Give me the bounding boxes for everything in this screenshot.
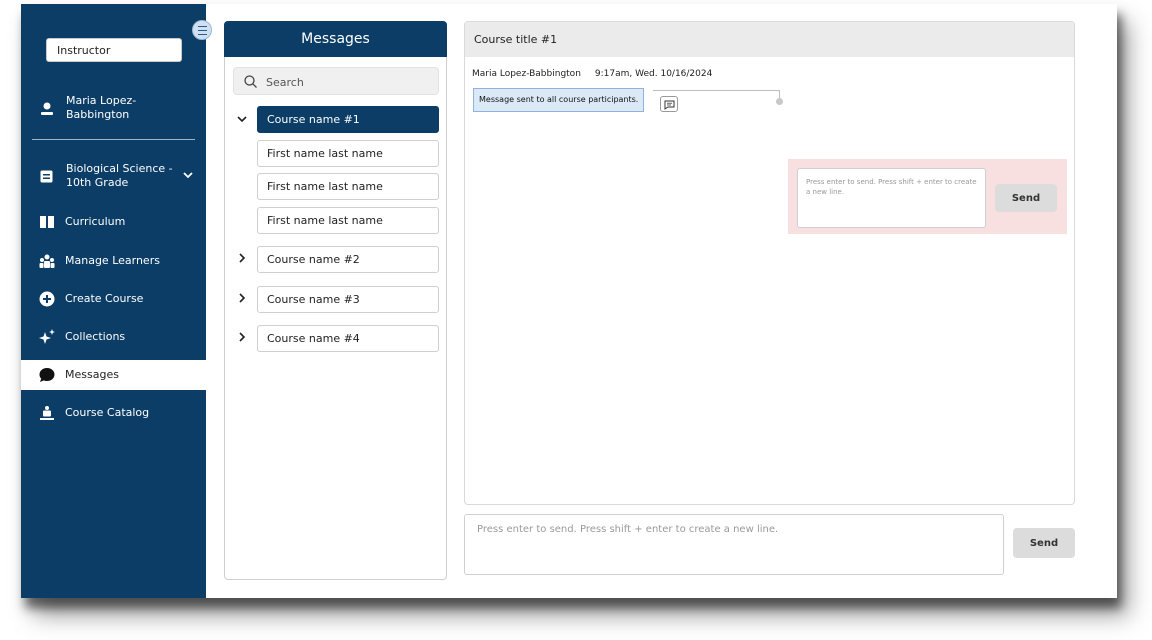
message-timestamp: 9:17am, Wed. 10/16/2024 <box>594 69 713 79</box>
chevron-right-icon[interactable] <box>237 332 247 342</box>
nav-item-course-catalog[interactable]: Course Catalog <box>21 398 206 428</box>
message-bubble: Message sent to all course participants. <box>473 88 645 112</box>
user-icon <box>41 102 53 115</box>
message-composer[interactable] <box>464 514 1004 575</box>
course-item-3[interactable]: Course name #3 <box>257 286 439 313</box>
course-selector[interactable]: Biological Science - 10th Grade <box>36 162 196 194</box>
search-box[interactable] <box>233 67 439 95</box>
thread-connector-dot <box>776 98 783 105</box>
search-input[interactable] <box>264 72 438 92</box>
collapse-sidebar-button[interactable] <box>192 20 212 40</box>
comment-icon <box>664 100 675 110</box>
course-item-1[interactable]: Course name #1 <box>257 106 439 133</box>
nav-label: Manage Learners <box>65 254 160 267</box>
nav-item-create-course[interactable]: Create Course <box>21 284 206 314</box>
messages-panel: Messages Course name #1 First name last … <box>224 21 447 580</box>
chevron-down-icon <box>183 172 193 179</box>
nav-label: Curriculum <box>65 215 126 228</box>
course-item-4[interactable]: Course name #4 <box>257 325 439 352</box>
chevron-right-icon[interactable] <box>237 253 247 263</box>
reply-popover: Send <box>788 159 1067 234</box>
nav-label: Messages <box>65 368 119 381</box>
conversation-panel: Course title #1 Maria Lopez-Babbington 9:… <box>464 21 1075 505</box>
nav-item-curriculum[interactable]: Curriculum <box>21 207 206 237</box>
sidebar: Instructor Maria Lopez- Babbington Biolo… <box>21 4 212 598</box>
thread-connector <box>653 90 780 91</box>
sparkle-icon <box>39 329 55 344</box>
participant-item[interactable]: First name last name <box>257 173 439 200</box>
nav-label: Create Course <box>65 292 144 305</box>
nav-item-messages[interactable]: Messages <box>21 360 206 390</box>
plus-circle-icon <box>39 291 55 307</box>
course-selector-label: Biological Science - 10th Grade <box>66 162 173 189</box>
app-window: Instructor Maria Lopez- Babbington Biolo… <box>21 4 1117 598</box>
messages-panel-title: Messages <box>224 21 447 57</box>
menu-icon <box>198 26 207 35</box>
user-profile[interactable]: Maria Lopez- Babbington <box>36 94 196 134</box>
sidebar-divider <box>32 139 195 140</box>
nav-label: Course Catalog <box>65 406 150 419</box>
book-icon <box>40 216 54 228</box>
message-author: Maria Lopez-Babbington <box>472 69 581 79</box>
send-button[interactable]: Send <box>1013 528 1075 558</box>
role-selector[interactable]: Instructor <box>46 38 182 62</box>
catalog-icon <box>40 406 54 420</box>
nav-label: Collections <box>65 330 126 343</box>
thread-connector <box>779 90 780 98</box>
conversation-title: Course title #1 <box>465 22 1074 57</box>
learners-icon <box>39 254 55 268</box>
participant-item[interactable]: First name last name <box>257 207 439 234</box>
chevron-down-icon[interactable] <box>237 114 247 124</box>
reply-input[interactable] <box>797 168 986 228</box>
course-item-2[interactable]: Course name #2 <box>257 246 439 273</box>
participant-item[interactable]: First name last name <box>257 140 439 167</box>
reply-send-button[interactable]: Send <box>995 184 1057 212</box>
search-icon <box>244 75 257 88</box>
course-icon <box>40 170 53 183</box>
chat-bubble-icon <box>39 368 55 382</box>
user-name: Maria Lopez- Babbington <box>66 94 137 121</box>
nav-item-manage-learners[interactable]: Manage Learners <box>21 246 206 276</box>
reply-button[interactable] <box>660 96 678 112</box>
chevron-right-icon[interactable] <box>237 293 247 303</box>
message-meta: Maria Lopez-Babbington 9:17am, Wed. 10/16… <box>472 69 712 79</box>
nav-item-collections[interactable]: Collections <box>21 322 206 352</box>
